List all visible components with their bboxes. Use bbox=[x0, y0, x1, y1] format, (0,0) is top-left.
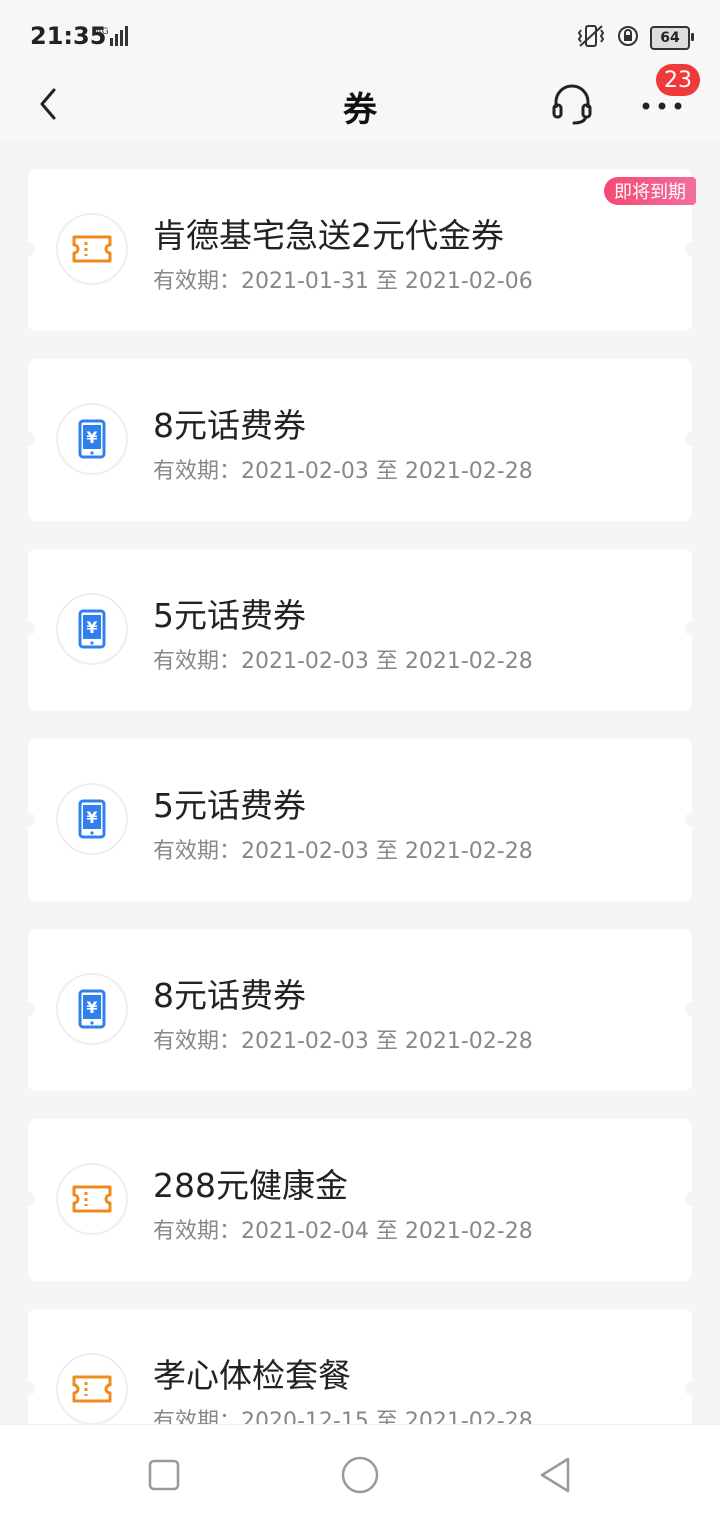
phone-yuan-icon: ¥ bbox=[56, 973, 128, 1045]
expiring-soon-tag: 即将到期 bbox=[604, 177, 696, 205]
ticket-icon bbox=[56, 213, 128, 285]
coupon-validity: 有效期：2021-02-03 至 2021-02-28 bbox=[153, 459, 533, 484]
coupon-card[interactable]: ¥ 8元话费券 有效期：2021-02-03 至 2021-02-28 bbox=[21, 359, 699, 521]
coupon-card[interactable]: 288元健康金 有效期：2021-02-04 至 2021-02-28 bbox=[21, 1119, 699, 1281]
page-title: 券 bbox=[343, 90, 377, 130]
svg-text:¥: ¥ bbox=[86, 618, 97, 637]
coupon-title: 肯德基宅急送2元代金券 bbox=[153, 216, 504, 255]
ticket-icon bbox=[56, 1353, 128, 1425]
notification-badge: 23 bbox=[656, 64, 700, 96]
svg-text:4G: 4G bbox=[96, 27, 109, 37]
customer-service-button[interactable] bbox=[548, 78, 596, 130]
coupon-card[interactable]: ¥ 8元话费券 有效期：2021-02-03 至 2021-02-28 bbox=[21, 929, 699, 1091]
circle-icon bbox=[341, 1456, 379, 1494]
svg-text:¥: ¥ bbox=[86, 808, 97, 827]
coupon-card[interactable]: ¥ 5元话费券 有效期：2021-02-03 至 2021-02-28 bbox=[21, 739, 699, 901]
coupon-title: 8元话费券 bbox=[153, 406, 306, 445]
coupon-title: 孝心体检套餐 bbox=[153, 1356, 351, 1395]
coupon-validity: 有效期：2021-02-03 至 2021-02-28 bbox=[153, 839, 533, 864]
coupon-title: 5元话费券 bbox=[153, 786, 306, 825]
battery-icon: 64 bbox=[650, 26, 694, 50]
system-nav-bar bbox=[0, 1424, 720, 1521]
system-back-button[interactable] bbox=[536, 1455, 576, 1495]
home-button[interactable] bbox=[340, 1455, 380, 1495]
coupon-title: 5元话费券 bbox=[153, 596, 306, 635]
svg-text:¥: ¥ bbox=[86, 428, 97, 447]
coupon-validity: 有效期：2021-02-04 至 2021-02-28 bbox=[153, 1219, 533, 1244]
nav-bar: 券 bbox=[0, 70, 720, 140]
phone-yuan-icon: ¥ bbox=[56, 593, 128, 665]
rotation-lock-icon bbox=[616, 24, 640, 52]
signal-icon: 4G bbox=[96, 24, 136, 52]
svg-text:¥: ¥ bbox=[86, 998, 97, 1017]
square-icon bbox=[148, 1459, 180, 1491]
recent-apps-button[interactable] bbox=[144, 1455, 184, 1495]
coupon-validity: 有效期：2021-02-03 至 2021-02-28 bbox=[153, 1029, 533, 1054]
coupon-validity: 有效期：2021-02-03 至 2021-02-28 bbox=[153, 649, 533, 674]
coupon-title: 288元健康金 bbox=[153, 1166, 348, 1205]
coupon-title: 8元话费券 bbox=[153, 976, 306, 1015]
status-bar: 21:35 4G 64 bbox=[0, 0, 720, 70]
headset-icon bbox=[552, 84, 592, 125]
ticket-icon bbox=[56, 1163, 128, 1235]
coupon-card[interactable]: 肯德基宅急送2元代金券 有效期：2021-01-31 至 2021-02-06 … bbox=[21, 169, 699, 331]
coupon-validity: 有效期：2021-01-31 至 2021-02-06 bbox=[153, 269, 533, 294]
status-time: 21:35 bbox=[30, 22, 107, 50]
coupon-list: 肯德基宅急送2元代金券 有效期：2021-01-31 至 2021-02-06 … bbox=[21, 169, 699, 1499]
phone-yuan-icon: ¥ bbox=[56, 403, 128, 475]
coupon-card[interactable]: ¥ 5元话费券 有效期：2021-02-03 至 2021-02-28 bbox=[21, 549, 699, 711]
phone-yuan-icon: ¥ bbox=[56, 783, 128, 855]
triangle-back-icon bbox=[540, 1457, 570, 1493]
vibrate-icon bbox=[576, 24, 606, 52]
